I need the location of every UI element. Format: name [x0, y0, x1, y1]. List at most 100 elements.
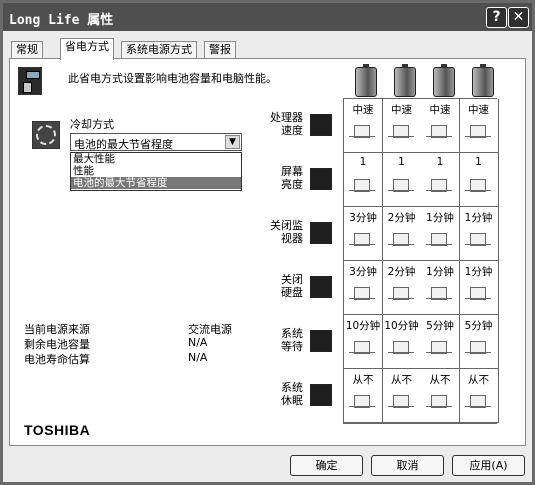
setting-cell[interactable]: 2分钟: [382, 261, 422, 315]
setting-value: 5分钟: [464, 320, 493, 332]
setting-cell[interactable]: 10分钟: [382, 315, 422, 369]
setting-slider[interactable]: [387, 179, 414, 192]
setting-slider[interactable]: [426, 287, 452, 300]
cooling-option-performance[interactable]: 性能: [71, 165, 241, 177]
setting-slider[interactable]: [387, 233, 414, 246]
setting-value: 2分钟: [387, 212, 416, 224]
tab-power-saving-mode[interactable]: 省电方式: [60, 38, 114, 60]
status-label-battery-life: 电池寿命估算: [24, 353, 90, 366]
setting-slider[interactable]: [387, 341, 414, 354]
setting-value: 1: [359, 156, 367, 168]
setting-cell[interactable]: 3分钟: [344, 207, 383, 261]
close-button[interactable]: ✕: [508, 7, 529, 28]
setting-slider[interactable]: [464, 395, 491, 408]
harddisk-icon: [310, 276, 332, 298]
setting-cell[interactable]: 10分钟: [344, 315, 383, 369]
row-label-line2: 亮度: [281, 178, 303, 191]
tab-alarms[interactable]: 警报: [204, 41, 236, 59]
setting-slider[interactable]: [464, 125, 491, 138]
setting-value: 1: [398, 156, 405, 168]
setting-value: 从不: [468, 374, 489, 386]
setting-value: 1分钟: [426, 266, 454, 278]
row-label-line2: 速度: [281, 124, 303, 137]
setting-cell[interactable]: 1分钟: [421, 261, 460, 315]
row-label-line1: 关闭监: [270, 219, 303, 232]
cancel-button[interactable]: 取消: [371, 455, 444, 476]
setting-value: 中速: [391, 104, 412, 116]
setting-slider[interactable]: [464, 287, 491, 300]
setting-slider[interactable]: [464, 341, 491, 354]
status-label-power-source: 当前电源来源: [24, 323, 90, 336]
setting-cell[interactable]: 中速: [459, 99, 499, 153]
setting-value: 1分钟: [464, 266, 493, 278]
setting-cell[interactable]: 从不: [459, 369, 499, 423]
row-label-line1: 屏幕: [281, 165, 303, 178]
setting-cell[interactable]: 1分钟: [421, 207, 460, 261]
setting-slider[interactable]: [387, 395, 414, 408]
setting-slider[interactable]: [426, 125, 452, 138]
setting-slider[interactable]: [387, 125, 414, 138]
setting-cell[interactable]: 1分钟: [459, 261, 499, 315]
setting-value: 3分钟: [349, 212, 377, 224]
setting-cell[interactable]: 1: [344, 153, 383, 207]
tab-system-power-mode[interactable]: 系统电源方式: [121, 41, 197, 59]
battery-low-icon: [472, 64, 494, 97]
setting-slider[interactable]: [464, 179, 491, 192]
setting-cell[interactable]: 中速: [344, 99, 383, 153]
setting-cell[interactable]: 1: [382, 153, 422, 207]
battery-full-icon: [355, 64, 377, 97]
setting-value: 5分钟: [426, 320, 454, 332]
status-value-power-source: 交流电源: [188, 323, 232, 336]
setting-value: 3分钟: [349, 266, 377, 278]
setting-cell[interactable]: 5分钟: [421, 315, 460, 369]
setting-cell[interactable]: 从不: [344, 369, 383, 423]
chevron-down-icon[interactable]: ▼: [225, 135, 240, 149]
hibernate-icon: [310, 384, 332, 406]
cooling-option-max-battery[interactable]: 电池的最大节省程度: [71, 177, 241, 189]
title-bar[interactable]: Long Life 属性 ? ✕: [3, 3, 532, 31]
setting-cell[interactable]: 1分钟: [459, 207, 499, 261]
setting-value: 1分钟: [464, 212, 493, 224]
setting-slider[interactable]: [349, 125, 375, 138]
setting-slider[interactable]: [349, 179, 375, 192]
row-label-line1: 系统: [281, 381, 303, 394]
setting-cell[interactable]: 从不: [382, 369, 422, 423]
apply-button[interactable]: 应用(A): [452, 455, 525, 476]
setting-cell[interactable]: 3分钟: [344, 261, 383, 315]
ok-button[interactable]: 确定: [290, 455, 363, 476]
cooling-option-max-performance[interactable]: 最大性能: [71, 153, 241, 165]
setting-value: 从不: [352, 374, 374, 386]
cooling-fan-icon: [32, 121, 60, 149]
setting-cell[interactable]: 2分钟: [382, 207, 422, 261]
setting-slider[interactable]: [426, 395, 452, 408]
setting-slider[interactable]: [349, 341, 375, 354]
setting-cell[interactable]: 1: [421, 153, 460, 207]
setting-slider[interactable]: [349, 395, 375, 408]
row-label-line2: 等待: [281, 340, 303, 353]
setting-slider[interactable]: [464, 233, 491, 246]
setting-cell[interactable]: 5分钟: [459, 315, 499, 369]
standby-icon: [310, 330, 332, 352]
setting-slider[interactable]: [349, 233, 375, 246]
cooling-selected-value: 电池的最大节省程度: [74, 138, 173, 151]
setting-value: 1: [436, 156, 444, 168]
help-button[interactable]: ?: [486, 7, 507, 28]
setting-slider[interactable]: [426, 233, 452, 246]
row-label-line1: 处理器: [270, 111, 303, 124]
cooling-method-select[interactable]: 电池的最大节省程度 ▼: [70, 133, 242, 151]
row-label-line1: 系统: [281, 327, 303, 340]
setting-cell[interactable]: 1: [459, 153, 499, 207]
setting-slider[interactable]: [426, 179, 452, 192]
setting-cell[interactable]: 中速: [382, 99, 422, 153]
setting-slider[interactable]: [426, 341, 452, 354]
tab-strip: 常规 省电方式 系统电源方式 警报: [9, 38, 529, 60]
status-value-battery-life: N/A: [188, 351, 208, 364]
cooling-label: 冷却方式: [70, 118, 114, 131]
setting-slider[interactable]: [387, 287, 414, 300]
intro-text: 此省电方式设置影响电池容量和电脑性能。: [68, 72, 277, 85]
setting-slider[interactable]: [349, 287, 375, 300]
setting-cell[interactable]: 中速: [421, 99, 460, 153]
setting-value: 1: [475, 156, 482, 168]
tab-general[interactable]: 常规: [11, 41, 43, 59]
setting-cell[interactable]: 从不: [421, 369, 460, 423]
